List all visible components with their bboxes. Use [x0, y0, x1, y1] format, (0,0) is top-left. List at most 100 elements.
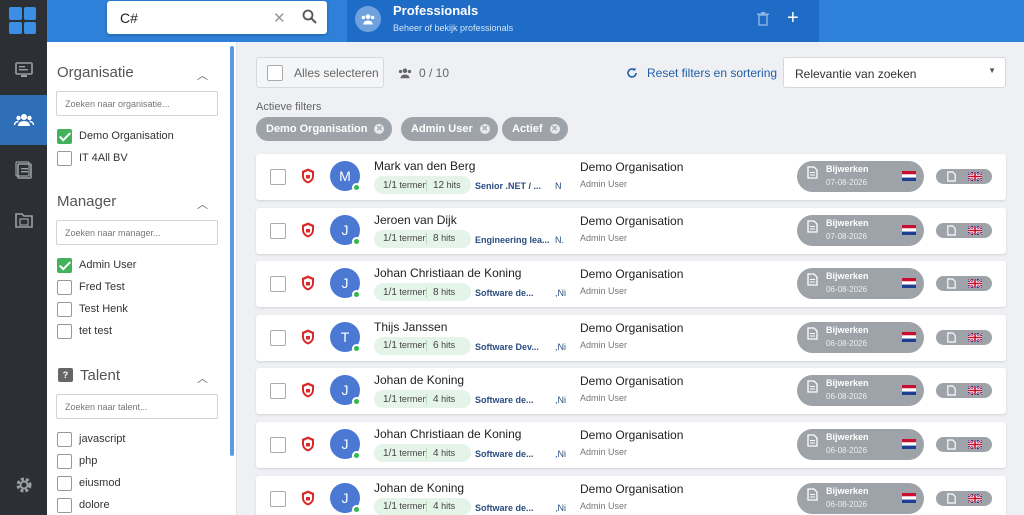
- checkbox[interactable]: [57, 257, 72, 273]
- flag-nl-icon[interactable]: [902, 224, 916, 235]
- search-icon[interactable]: [302, 9, 317, 24]
- chevron-up-icon[interactable]: ︿: [197, 370, 208, 386]
- filter-option[interactable]: eiusmod: [57, 475, 121, 491]
- update-cv-button[interactable]: Bijwerken 06-08-2026: [797, 482, 924, 514]
- checkbox[interactable]: [57, 279, 72, 295]
- nav-assignments[interactable]: [0, 145, 47, 195]
- checkbox[interactable]: [57, 128, 72, 144]
- professional-row[interactable]: J Johan Christiaan de Koning 1/1 termen …: [256, 422, 1006, 468]
- row-checkbox[interactable]: [270, 222, 286, 239]
- shield-icon[interactable]: [301, 329, 315, 345]
- checkbox[interactable]: [57, 475, 72, 491]
- shield-icon[interactable]: [301, 490, 315, 506]
- nav-monitor[interactable]: [0, 45, 47, 95]
- filter-option[interactable]: tet test: [57, 323, 112, 339]
- row-checkbox[interactable]: [270, 437, 286, 453]
- flag-nl-icon[interactable]: [902, 331, 916, 342]
- professional-name[interactable]: Johan de Koning: [374, 373, 464, 387]
- checkbox[interactable]: [57, 431, 72, 447]
- professional-row[interactable]: T Thijs Janssen 1/1 termen 6 hits Softwa…: [256, 314, 1006, 361]
- cv-download-button[interactable]: [936, 490, 992, 506]
- checkbox[interactable]: [57, 150, 72, 166]
- checkbox[interactable]: [57, 453, 72, 469]
- organisatie-search-input[interactable]: Zoeken naar organisatie...: [56, 91, 218, 116]
- update-cv-button[interactable]: Bijwerken 07-08-2026: [797, 214, 924, 246]
- sort-select[interactable]: Relevantie van zoeken ▼: [783, 57, 1006, 88]
- close-icon[interactable]: ✕: [273, 9, 286, 27]
- flag-uk-icon[interactable]: [968, 172, 982, 181]
- checkbox[interactable]: [57, 323, 72, 339]
- cv-download-button[interactable]: [936, 437, 992, 452]
- cv-download-button[interactable]: [936, 383, 992, 399]
- manager-search-input[interactable]: Zoeken naar manager...: [56, 220, 218, 245]
- flag-nl-icon[interactable]: [902, 278, 916, 289]
- filter-chip[interactable]: Demo Organisation ✕: [256, 117, 393, 141]
- flag-uk-icon[interactable]: [968, 279, 982, 289]
- flag-uk-icon[interactable]: [968, 225, 982, 235]
- flag-nl-icon[interactable]: [902, 171, 916, 181]
- filter-chip[interactable]: Actief ✕: [502, 117, 568, 141]
- flag-nl-icon[interactable]: [902, 385, 916, 396]
- row-checkbox[interactable]: [270, 276, 286, 293]
- shield-icon[interactable]: [301, 168, 315, 184]
- professional-name[interactable]: Jeroen van Dijk: [374, 213, 457, 227]
- flag-uk-icon[interactable]: [968, 386, 982, 396]
- select-all-button[interactable]: Alles selecteren: [256, 57, 384, 88]
- row-checkbox[interactable]: [270, 169, 286, 185]
- filter-option[interactable]: Demo Organisation: [57, 128, 174, 144]
- flag-uk-icon[interactable]: [968, 440, 982, 449]
- nav-professionals[interactable]: [0, 95, 47, 145]
- filter-chip[interactable]: Admin User ✕: [401, 117, 498, 141]
- shield-icon[interactable]: [301, 382, 315, 398]
- reset-filters-button[interactable]: Reset filters en sortering: [626, 66, 777, 80]
- cv-download-button[interactable]: [936, 276, 992, 292]
- close-icon[interactable]: ✕: [549, 124, 560, 134]
- checkbox[interactable]: [267, 64, 283, 81]
- professional-row[interactable]: J Johan de Koning 1/1 termen 4 hits Soft…: [256, 475, 1006, 515]
- chevron-up-icon[interactable]: ︿: [197, 67, 208, 83]
- filter-option[interactable]: Admin User: [57, 257, 136, 273]
- flag-uk-icon[interactable]: [968, 332, 982, 342]
- trash-icon[interactable]: [757, 12, 769, 26]
- nav-settings[interactable]: [0, 460, 47, 510]
- update-cv-button[interactable]: Bijwerken 06-08-2026: [797, 268, 924, 300]
- filter-option[interactable]: IT 4All BV: [57, 150, 128, 166]
- filter-option[interactable]: dolore: [57, 497, 110, 513]
- professional-name[interactable]: Johan Christiaan de Koning: [374, 427, 521, 441]
- row-checkbox[interactable]: [270, 383, 286, 400]
- talent-search-input[interactable]: Zoeken naar talent...: [56, 394, 218, 419]
- flag-nl-icon[interactable]: [902, 439, 916, 449]
- row-checkbox[interactable]: [270, 329, 286, 346]
- close-icon[interactable]: ✕: [479, 124, 490, 134]
- tab-professionals[interactable]: Professionals Beheer of bekijk professio…: [347, 0, 819, 42]
- flag-uk-icon[interactable]: [968, 493, 982, 503]
- professional-name[interactable]: Mark van den Berg: [374, 159, 475, 173]
- checkbox[interactable]: [57, 301, 72, 317]
- professional-name[interactable]: Johan de Koning: [374, 481, 464, 495]
- filter-option[interactable]: Fred Test: [57, 279, 125, 295]
- flag-nl-icon[interactable]: [902, 492, 916, 503]
- cv-download-button[interactable]: [936, 222, 992, 238]
- search-input[interactable]: C#: [120, 10, 138, 26]
- logo-icon[interactable]: [9, 7, 36, 34]
- nav-documents[interactable]: [0, 195, 47, 245]
- filter-option[interactable]: Test Henk: [57, 301, 128, 317]
- shield-icon[interactable]: [301, 222, 315, 238]
- update-cv-button[interactable]: Bijwerken 06-08-2026: [797, 429, 924, 460]
- update-cv-button[interactable]: Bijwerken 06-08-2026: [797, 375, 924, 407]
- shield-icon[interactable]: [301, 275, 315, 291]
- professional-row[interactable]: J Jeroen van Dijk 1/1 termen 8 hits Engi…: [256, 207, 1006, 254]
- professional-row[interactable]: J Johan Christiaan de Koning 1/1 termen …: [256, 261, 1006, 308]
- filter-option[interactable]: javascript: [57, 431, 125, 447]
- update-cv-button[interactable]: Bijwerken 06-08-2026: [797, 321, 924, 353]
- chevron-up-icon[interactable]: ︿: [197, 196, 208, 212]
- panel-scrollbar[interactable]: [230, 46, 234, 456]
- professional-row[interactable]: M Mark van den Berg 1/1 termen 12 hits S…: [256, 154, 1006, 200]
- plus-icon[interactable]: +: [787, 7, 799, 30]
- close-icon[interactable]: ✕: [374, 124, 385, 134]
- professional-name[interactable]: Johan Christiaan de Koning: [374, 266, 521, 280]
- update-cv-button[interactable]: Bijwerken 07-08-2026: [797, 161, 924, 192]
- global-search[interactable]: C# ✕: [107, 1, 327, 34]
- row-checkbox[interactable]: [270, 490, 286, 507]
- professional-name[interactable]: Thijs Janssen: [374, 320, 447, 334]
